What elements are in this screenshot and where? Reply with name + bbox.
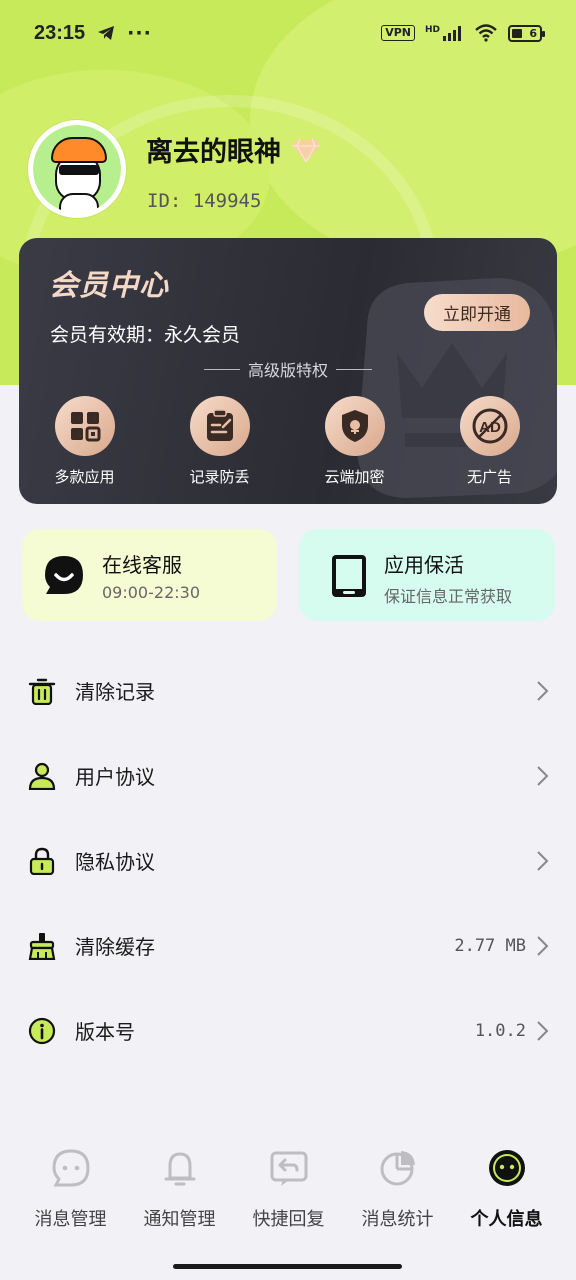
settings-menu: 清除记录 用户协议 隐私协议 清除缓存 2.77 MB 版本号 1.0.2 (0, 648, 576, 1073)
more-notifications-icon: ··· (127, 22, 152, 44)
chat-icon (51, 1149, 90, 1187)
chevron-right-icon (537, 680, 549, 701)
clipboard-icon (189, 396, 250, 456)
tile-title: 应用保活 (384, 553, 464, 577)
tab-label: 快捷回复 (252, 1209, 325, 1230)
tab-message-management[interactable]: 消息管理 (16, 1130, 125, 1250)
chevron-right-icon (537, 1020, 549, 1041)
feature-label: 云端加密 (324, 468, 385, 486)
menu-value: 1.0.2 (474, 1020, 526, 1041)
feature-label: 无广告 (466, 468, 512, 486)
open-vip-button[interactable]: 立即开通 (424, 294, 530, 331)
online-service-tile[interactable]: 在线客服 09:00-22:30 (22, 529, 277, 621)
info-icon (28, 1017, 56, 1044)
status-bar: 23:15 ··· VPN HD 6 (0, 0, 576, 66)
vip-section-text: 高级版特权 (247, 361, 328, 380)
tab-message-statistics[interactable]: 消息统计 (343, 1130, 452, 1250)
feature-cloud-encrypt[interactable]: 云端加密 (287, 396, 422, 487)
menu-privacy-policy[interactable]: 隐私协议 (0, 818, 576, 903)
pie-chart-icon (380, 1151, 415, 1186)
shield-lock-icon (324, 396, 385, 456)
bell-icon (164, 1152, 195, 1186)
feature-record-backup[interactable]: 记录防丢 (152, 396, 287, 487)
status-time: 23:15 (34, 21, 86, 44)
trash-icon (28, 678, 56, 705)
menu-label: 清除记录 (75, 680, 155, 704)
tab-notification-management[interactable]: 通知管理 (125, 1130, 234, 1250)
telegram-icon (98, 26, 115, 40)
divider (336, 368, 372, 370)
tab-label: 个人信息 (470, 1209, 543, 1230)
menu-label: 用户协议 (75, 765, 155, 789)
vip-section-title: 高级版特权 (19, 357, 557, 381)
chevron-right-icon (537, 765, 549, 786)
vip-validity: 会员有效期：永久会员 (50, 324, 241, 346)
divider (203, 368, 240, 370)
grid-apps-icon (54, 396, 115, 456)
diamond-icon (292, 138, 320, 162)
chevron-right-icon (537, 850, 549, 871)
feature-label: 记录防丢 (189, 468, 250, 486)
menu-clear-cache[interactable]: 清除缓存 2.77 MB (0, 903, 576, 988)
dog-avatar-icon (33, 125, 121, 213)
ad-icon: AD (459, 396, 520, 456)
lock-icon (29, 847, 55, 875)
tile-subtitle: 09:00-22:30 (102, 583, 200, 602)
menu-label: 隐私协议 (75, 850, 155, 874)
reply-icon (270, 1151, 307, 1186)
tab-label: 消息管理 (34, 1209, 107, 1230)
broom-icon (28, 932, 56, 960)
menu-user-agreement[interactable]: 用户协议 (0, 733, 576, 818)
avatar[interactable] (28, 120, 126, 218)
tablet-icon (332, 555, 366, 597)
username: 离去的眼神 (146, 130, 321, 169)
chat-smile-icon (45, 556, 83, 594)
tab-personal-info[interactable]: 个人信息 (452, 1130, 561, 1250)
home-indicator[interactable] (173, 1264, 402, 1269)
wifi-icon (475, 24, 497, 42)
feature-multi-apps[interactable]: 多款应用 (19, 396, 152, 487)
feature-label: 多款应用 (54, 468, 115, 486)
battery-level: 6 (529, 26, 537, 40)
vip-features: 多款应用 记录防丢 云端加密 AD 无广告 (19, 396, 557, 487)
vip-card[interactable]: 会员中心 会员有效期：永久会员 立即开通 高级版特权 多款应用 记录防丢 云端加… (19, 238, 557, 504)
tab-label: 消息统计 (361, 1209, 434, 1230)
user-icon (28, 762, 56, 790)
bottom-tab-bar: 消息管理 通知管理 快捷回复 消息统计 个人信息 (0, 1130, 576, 1250)
network-type: HD (424, 25, 440, 35)
tile-title: 在线客服 (102, 553, 182, 577)
menu-label: 版本号 (75, 1020, 135, 1044)
menu-version[interactable]: 版本号 1.0.2 (0, 988, 576, 1073)
chevron-right-icon (537, 935, 549, 956)
menu-label: 清除缓存 (75, 935, 155, 959)
vip-title: 会员中心 (49, 268, 170, 302)
signal-icon: HD (425, 25, 464, 41)
menu-value: 2.77 MB (454, 935, 526, 956)
profile-face-icon (488, 1150, 525, 1186)
tab-quick-reply[interactable]: 快捷回复 (234, 1130, 343, 1250)
username-text: 离去的眼神 (146, 137, 281, 168)
vpn-indicator: VPN (381, 25, 415, 41)
feature-no-ads[interactable]: AD 无广告 (422, 396, 557, 487)
menu-clear-records[interactable]: 清除记录 (0, 648, 576, 733)
user-id: ID: 149945 (147, 190, 262, 212)
tab-label: 通知管理 (143, 1209, 216, 1230)
tile-subtitle: 保证信息正常获取 (384, 587, 513, 606)
keepalive-tile[interactable]: 应用保活 保证信息正常获取 (299, 529, 555, 621)
battery-icon: 6 (508, 24, 545, 42)
